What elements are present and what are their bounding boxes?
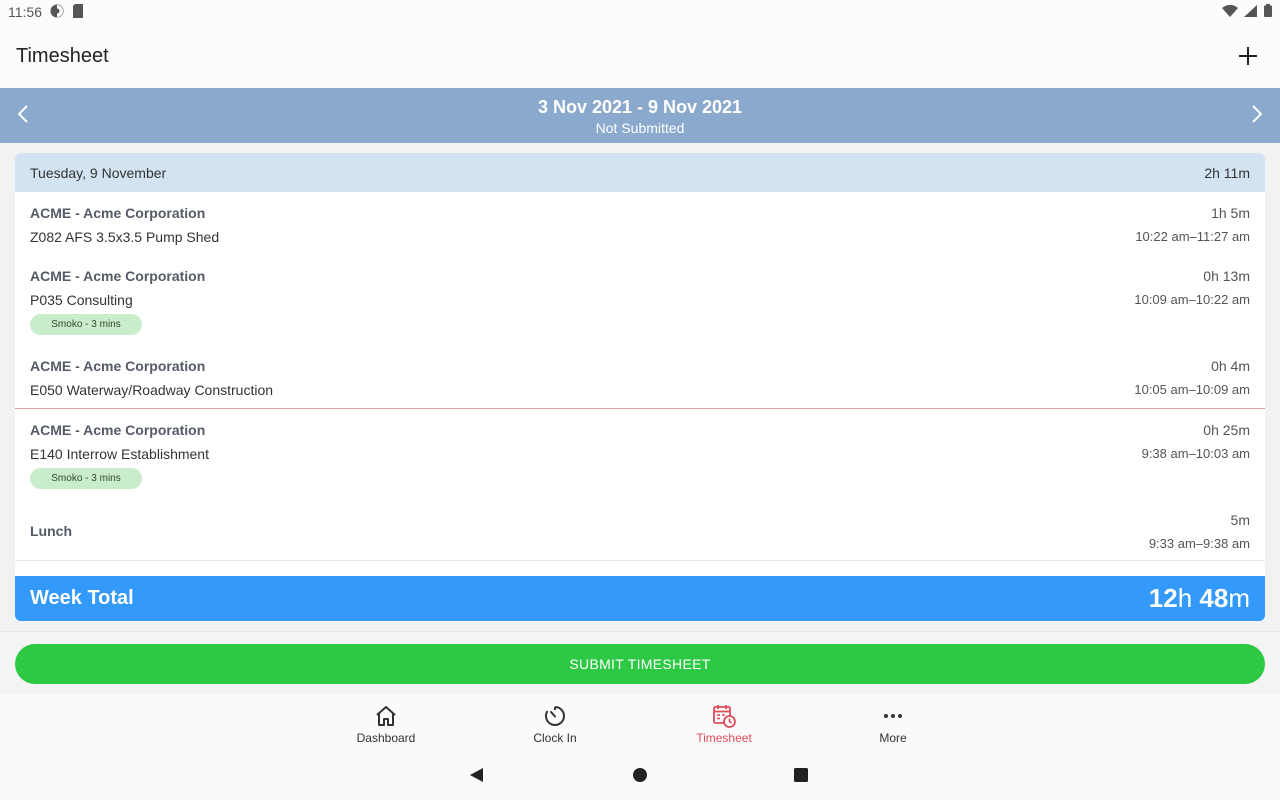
nav-more[interactable]: More <box>833 703 953 745</box>
week-total-hours-unit: h <box>1177 583 1193 613</box>
home-circle-icon <box>633 768 647 782</box>
day-card: Tuesday, 9 November 2h 11m ACME - Acme C… <box>15 153 1265 621</box>
sd-card-icon <box>72 3 84 21</box>
nav-dashboard[interactable]: Dashboard <box>326 703 446 745</box>
status-time: 11:56 <box>8 4 42 20</box>
bottom-navigation: Dashboard Clock In Timesheet More <box>0 695 1280 750</box>
timesheet-entry[interactable]: ACME - Acme Corporation 0h 25m E140 Inte… <box>15 409 1265 499</box>
entry-duration: 0h 4m <box>1211 358 1250 374</box>
entry-time-range: 9:38 am–10:03 am <box>1141 446 1250 461</box>
add-entry-button[interactable] <box>1232 40 1264 72</box>
submission-status: Not Submitted <box>595 120 685 136</box>
timesheet-entry[interactable]: Lunch 5m 9:33 am–9:38 am <box>15 499 1265 560</box>
week-total-minutes: 48 <box>1199 583 1229 613</box>
entry-client: ACME - Acme Corporation <box>30 268 206 284</box>
entry-duration: 0h 25m <box>1203 422 1250 438</box>
break-badge: Smoko - 3 mins <box>30 468 142 489</box>
timer-icon <box>495 703 615 729</box>
status-bar: 11:56 <box>0 0 1280 24</box>
break-badge: Smoko - 3 mins <box>30 314 142 335</box>
system-recents-button[interactable] <box>791 765 811 785</box>
entry-divider <box>15 560 1265 561</box>
entry-time-range: 9:33 am–9:38 am <box>1148 536 1250 551</box>
plus-icon <box>1239 47 1257 65</box>
app-notification-icon <box>50 4 64 21</box>
submit-area: SUBMIT TIMESHEET <box>0 631 1280 695</box>
calendar-clock-icon <box>664 703 784 729</box>
nav-timesheet[interactable]: Timesheet <box>664 703 784 745</box>
entry-job: P035 Consulting <box>30 292 133 308</box>
week-total-hours: 12 <box>1148 583 1178 613</box>
entry-time-range: 10:05 am–10:09 am <box>1134 382 1250 397</box>
entry-duration: 0h 13m <box>1203 268 1250 284</box>
day-header: Tuesday, 9 November 2h 11m <box>15 153 1265 192</box>
timesheet-entry[interactable]: ACME - Acme Corporation 0h 4m E050 Water… <box>15 345 1265 408</box>
nav-clock-in[interactable]: Clock In <box>495 703 615 745</box>
system-home-button[interactable] <box>630 765 650 785</box>
chevron-right-icon <box>1252 105 1263 123</box>
entry-duration: 1h 5m <box>1211 205 1250 221</box>
next-week-button[interactable] <box>1244 102 1268 126</box>
entry-client: ACME - Acme Corporation <box>30 358 206 374</box>
battery-icon <box>1264 4 1272 20</box>
nav-label: Dashboard <box>356 731 416 745</box>
wifi-icon <box>1222 4 1238 20</box>
home-icon <box>326 703 446 729</box>
entry-client: ACME - Acme Corporation <box>30 205 206 221</box>
system-back-button[interactable] <box>467 765 487 785</box>
app-bar: Timesheet <box>0 24 1280 88</box>
timesheet-entry[interactable]: ACME - Acme Corporation 1h 5m Z082 AFS 3… <box>15 192 1265 255</box>
entry-duration: 5m <box>1230 512 1250 528</box>
entry-job: E050 Waterway/Roadway Construction <box>30 382 274 398</box>
week-header: 3 Nov 2021 - 9 Nov 2021 Not Submitted <box>0 88 1280 143</box>
entry-time-range: 10:22 am–11:27 am <box>1135 229 1250 244</box>
page-title: Timesheet <box>16 44 109 67</box>
day-total: 2h 11m <box>1204 164 1250 181</box>
week-total-value: 12h 48m <box>1149 583 1250 614</box>
timesheet-entry[interactable]: ACME - Acme Corporation 0h 13m P035 Cons… <box>15 255 1265 345</box>
recents-square-icon <box>794 768 808 782</box>
week-total-bar: Week Total 12h 48m <box>15 576 1265 621</box>
nav-label: Timesheet <box>696 731 752 745</box>
timesheet-content[interactable]: Tuesday, 9 November 2h 11m ACME - Acme C… <box>0 143 1280 631</box>
back-triangle-icon <box>470 768 483 782</box>
nav-label: Clock In <box>533 731 577 745</box>
week-range: 3 Nov 2021 - 9 Nov 2021 <box>537 97 743 117</box>
entry-time-range: 10:09 am–10:22 am <box>1134 292 1250 307</box>
system-navigation-bar <box>0 750 1280 800</box>
entry-client: Lunch <box>30 523 72 539</box>
more-dots-icon <box>833 703 953 729</box>
week-total-label: Week Total <box>30 587 134 609</box>
day-label: Tuesday, 9 November <box>30 164 167 181</box>
submit-timesheet-button[interactable]: SUBMIT TIMESHEET <box>15 644 1265 684</box>
signal-icon <box>1244 4 1258 20</box>
entry-job: E140 Interrow Establishment <box>30 446 209 462</box>
week-total-minutes-unit: m <box>1228 583 1250 613</box>
entry-client: ACME - Acme Corporation <box>30 422 206 438</box>
nav-label: More <box>879 731 907 745</box>
entry-job: Z082 AFS 3.5x3.5 Pump Shed <box>30 229 220 245</box>
